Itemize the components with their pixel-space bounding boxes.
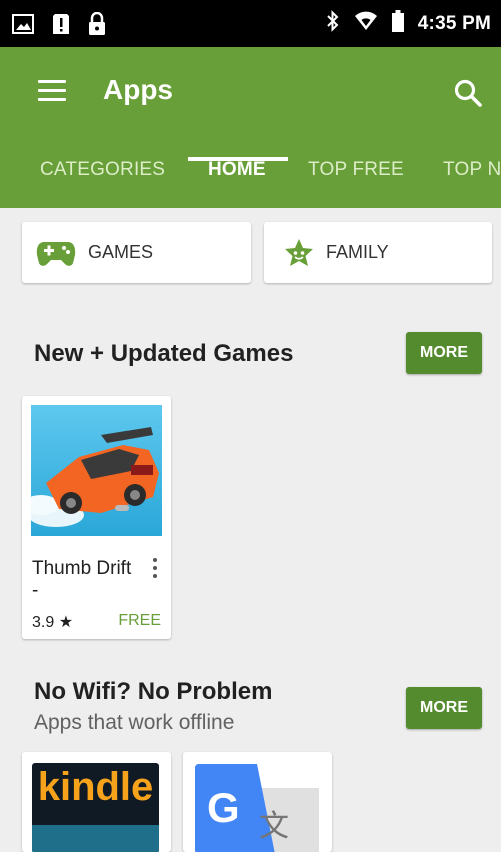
games-chip[interactable]: GAMES <box>22 222 251 283</box>
app-card-thumb-drift[interactable]: Thumb Drift - 3.9 ★ FREE <box>22 396 171 639</box>
section-subtitle: Apps that work offline <box>34 711 235 734</box>
tab-top-n[interactable]: TOP N <box>443 159 501 181</box>
app-price: FREE <box>118 612 161 629</box>
section-title: No Wifi? No Problem <box>34 678 273 705</box>
tab-bar: CATEGORIES HOME TOP FREE TOP N <box>0 159 501 208</box>
more-button[interactable]: MORE <box>406 332 482 374</box>
app-rating: 3.9 ★ <box>32 614 74 631</box>
app-icon-kindle: kindle <box>32 763 159 852</box>
wifi-icon <box>354 11 378 36</box>
app-icon-google-translate: 文 G <box>195 764 319 852</box>
family-star-icon <box>284 238 314 268</box>
app-bar: Apps CATEGORIES HOME TOP FREE TOP N <box>0 47 501 208</box>
google-logo-text: G <box>207 784 240 831</box>
tab-top-free[interactable]: TOP FREE <box>308 159 404 181</box>
image-icon <box>12 14 34 39</box>
active-tab-indicator <box>188 157 288 161</box>
status-time: 4:35 PM <box>417 12 491 34</box>
family-chip[interactable]: FAMILY <box>264 222 492 283</box>
section-title: New + Updated Games <box>34 340 294 367</box>
svg-text:文: 文 <box>259 810 289 843</box>
kindle-logo-text: kindle <box>37 765 154 809</box>
bluetooth-icon <box>326 10 340 37</box>
gamepad-icon <box>36 239 76 267</box>
app-icon-thumb-drift <box>23 405 162 536</box>
battery-icon <box>391 10 404 37</box>
tab-home[interactable]: HOME <box>208 159 266 181</box>
app-name: Thumb Drift - <box>32 558 132 601</box>
family-chip-label: FAMILY <box>326 242 389 262</box>
search-icon[interactable] <box>452 77 484 109</box>
more-button[interactable]: MORE <box>406 687 482 729</box>
alert-icon <box>52 13 70 40</box>
app-card-google-translate[interactable]: 文 G <box>183 752 332 852</box>
app-card-kindle[interactable]: kindle <box>22 752 171 852</box>
tab-categories[interactable]: CATEGORIES <box>40 159 165 181</box>
page-title: Apps <box>103 74 173 105</box>
lock-icon <box>88 11 106 41</box>
games-chip-label: GAMES <box>88 242 154 262</box>
status-bar: 4:35 PM <box>0 0 501 47</box>
menu-icon[interactable] <box>38 80 66 102</box>
overflow-menu-icon[interactable] <box>150 558 160 582</box>
